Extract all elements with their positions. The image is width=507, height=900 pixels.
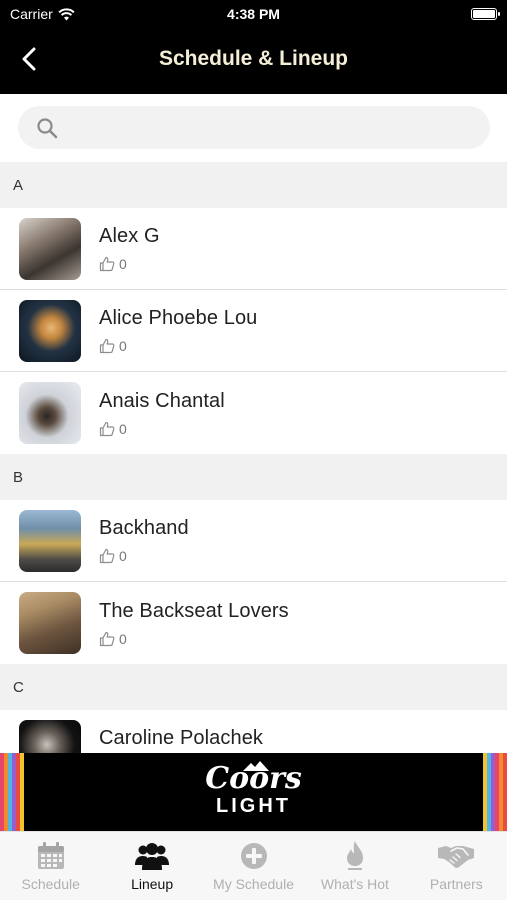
thumbs-up-icon <box>99 256 115 272</box>
search-container <box>0 94 507 162</box>
logo-line2: LIGHT <box>216 795 291 817</box>
like-button[interactable]: 0 <box>99 548 189 564</box>
artist-photo <box>19 719 81 753</box>
battery-icon <box>471 8 500 20</box>
thumbs-up-icon <box>99 338 115 354</box>
status-bar: Carrier 4:38 PM <box>0 0 507 28</box>
like-count: 0 <box>119 548 127 564</box>
sponsor-banner[interactable]: Coors LIGHT <box>0 753 507 831</box>
like-count: 0 <box>119 630 127 647</box>
search-icon <box>37 117 58 138</box>
tab-lineup[interactable]: Lineup <box>101 832 202 900</box>
section-letter: A <box>13 176 24 194</box>
header-bar: Carrier 4:38 PM Schedule & Lineup <box>0 0 507 94</box>
chevron-left-icon <box>22 47 36 71</box>
coors-light-logo: Coors LIGHT <box>0 761 507 818</box>
artist-row-anais-chantal[interactable]: Anais Chantal 0 <box>0 372 507 454</box>
tab-my-schedule[interactable]: My Schedule <box>203 832 304 900</box>
artist-name: Alex G <box>99 225 160 247</box>
people-icon <box>135 843 170 870</box>
artist-name: Alice Phoebe Lou <box>99 307 258 329</box>
thumbs-up-icon <box>99 548 115 564</box>
tab-label: My Schedule <box>213 876 294 892</box>
handshake-icon <box>438 846 475 868</box>
section-header-a: A <box>0 162 507 208</box>
tab-schedule[interactable]: Schedule <box>0 832 101 900</box>
plus-circle-icon <box>240 843 267 869</box>
like-button[interactable]: 0 <box>99 256 160 272</box>
status-time: 4:38 PM <box>227 6 280 22</box>
tab-label: What's Hot <box>320 876 389 892</box>
tab-bar: Schedule Lineup My Schedule What's Hot P… <box>0 831 507 900</box>
artist-name: Caroline Polachek <box>99 727 264 749</box>
like-button[interactable]: 0 <box>99 421 225 437</box>
section-letter: C <box>13 678 24 696</box>
search-input[interactable] <box>68 118 490 137</box>
like-count: 0 <box>119 420 127 437</box>
tab-label: Lineup <box>131 876 174 892</box>
back-button[interactable] <box>12 40 46 78</box>
logo-line1: Coors <box>205 761 302 796</box>
artist-row-backhand[interactable]: Backhand 0 <box>0 500 507 582</box>
lineup-list[interactable]: A Alex G 0 Alice Phoebe Lou 0 Anais Chan… <box>0 162 507 753</box>
artist-row-caroline-polachek[interactable]: Caroline Polachek 0 <box>0 710 507 753</box>
page-title: Schedule & Lineup <box>158 47 349 70</box>
like-count: 0 <box>119 338 127 354</box>
tab-label: Partners <box>429 876 483 892</box>
like-button[interactable]: 0 <box>99 338 257 354</box>
artist-name: The Backseat Lovers <box>99 599 289 622</box>
artist-photo <box>19 592 81 654</box>
like-button[interactable]: 0 <box>99 631 289 647</box>
artist-photo <box>19 382 81 444</box>
section-letter: B <box>13 468 24 486</box>
artist-photo <box>19 217 81 280</box>
thumbs-up-icon <box>99 421 115 436</box>
artist-photo <box>19 509 81 572</box>
like-count: 0 <box>119 256 127 272</box>
artist-row-alex-g[interactable]: Alex G 0 <box>0 208 507 290</box>
artist-name: Backhand <box>99 517 189 539</box>
flame-icon <box>346 841 363 870</box>
artist-row-alice-phoebe-lou[interactable]: Alice Phoebe Lou 0 <box>0 290 507 372</box>
artist-name: Anais Chantal <box>99 389 225 412</box>
section-header-c: C <box>0 664 507 710</box>
section-header-b: B <box>0 454 507 500</box>
tab-whats-hot[interactable]: What's Hot <box>304 832 405 900</box>
tab-partners[interactable]: Partners <box>406 832 507 900</box>
thumbs-up-icon <box>99 631 115 646</box>
search-bar[interactable] <box>18 106 490 149</box>
calendar-icon <box>37 842 64 869</box>
artist-row-the-backseat-lovers[interactable]: The Backseat Lovers 0 <box>0 582 507 664</box>
tab-label: Schedule <box>21 876 80 892</box>
artist-photo <box>19 299 81 362</box>
